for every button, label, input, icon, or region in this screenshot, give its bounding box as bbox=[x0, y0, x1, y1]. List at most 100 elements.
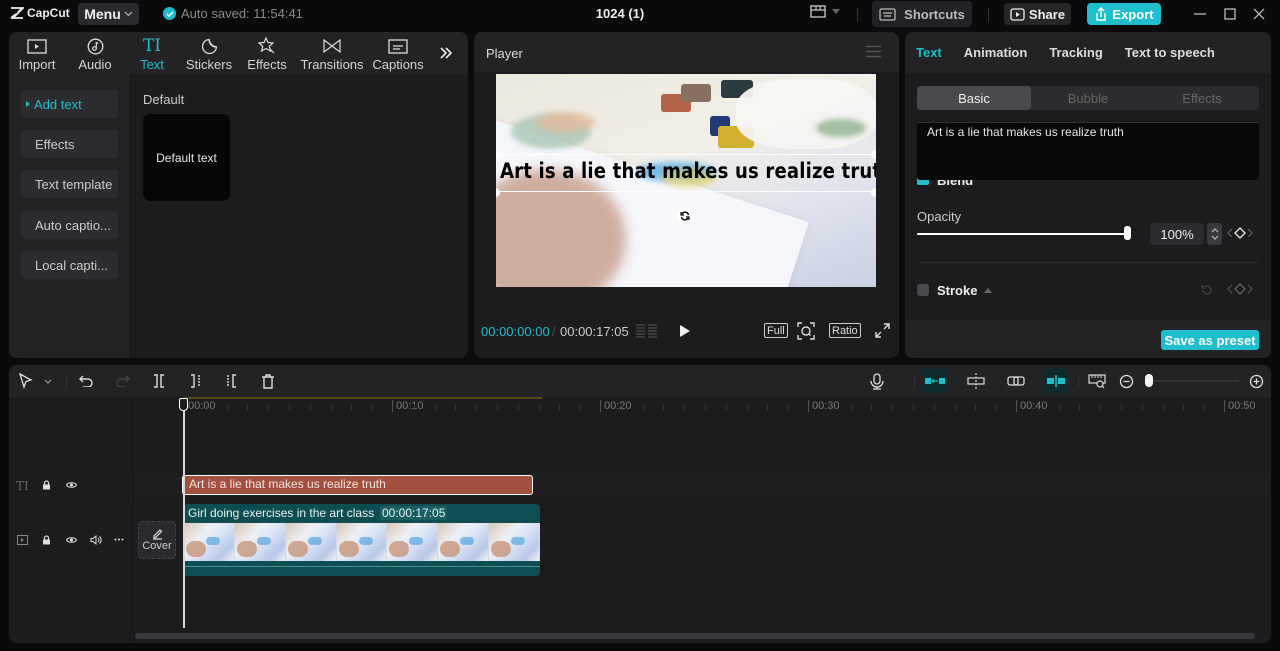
tab-transitions[interactable]: Transitions bbox=[295, 32, 369, 74]
sidebar-item-add-text[interactable]: Add text bbox=[21, 90, 118, 118]
sidebar-item-auto-captions[interactable]: Auto captio... bbox=[21, 211, 118, 239]
segment-bubble[interactable]: Bubble bbox=[1031, 86, 1145, 110]
play-button[interactable] bbox=[679, 324, 691, 338]
zoom-in-button[interactable] bbox=[1247, 372, 1265, 390]
tab-audio[interactable]: Audio bbox=[65, 32, 125, 74]
ratio-button[interactable]: Ratio bbox=[829, 323, 861, 338]
opacity-slider-thumb[interactable] bbox=[1124, 226, 1131, 240]
ruler-tick bbox=[497, 405, 498, 410]
resize-handle[interactable] bbox=[871, 188, 876, 197]
tab-animation[interactable]: Animation bbox=[964, 45, 1028, 60]
zoom-out-button[interactable] bbox=[1117, 372, 1135, 390]
opacity-slider-track[interactable] bbox=[917, 233, 1127, 235]
share-video-icon bbox=[1010, 7, 1025, 21]
lock-track-button[interactable] bbox=[42, 480, 51, 490]
delete-button[interactable] bbox=[259, 372, 277, 390]
delete-right-button[interactable] bbox=[222, 372, 240, 390]
playhead-handle[interactable] bbox=[179, 398, 188, 411]
timeline-ruler[interactable]: 00:00 00:10 00:20 00:30 00:40 00:50 bbox=[135, 397, 1271, 419]
main-track-magnet-toggle[interactable] bbox=[923, 369, 947, 393]
stroke-checkbox[interactable] bbox=[917, 284, 929, 296]
ruler-tick bbox=[517, 405, 519, 410]
split-button[interactable] bbox=[150, 372, 168, 390]
tab-label: Audio bbox=[78, 57, 112, 72]
player-menu-button[interactable] bbox=[866, 45, 881, 58]
stroke-section[interactable]: Stroke bbox=[937, 283, 993, 298]
save-as-preset-button[interactable]: Save as preset bbox=[1161, 330, 1259, 350]
magnet-link-icon bbox=[925, 377, 945, 385]
linkage-toggle[interactable] bbox=[1007, 372, 1025, 390]
overlay-text[interactable]: Art is a lie that makes us realize truth bbox=[500, 159, 876, 183]
next-keyframe-icon[interactable] bbox=[1247, 228, 1253, 238]
playhead[interactable] bbox=[183, 398, 185, 628]
video-preview[interactable]: Art is a lie that makes us realize truth bbox=[496, 74, 876, 287]
ruler-tick bbox=[455, 405, 457, 410]
select-tool-button[interactable] bbox=[17, 372, 35, 390]
eye-icon bbox=[66, 481, 77, 489]
lock-track-button[interactable] bbox=[42, 535, 51, 545]
segment-basic[interactable]: Basic bbox=[917, 86, 1031, 110]
zoom-slider-track[interactable] bbox=[1149, 380, 1239, 382]
text-clip[interactable]: Art is a lie that makes us realize truth bbox=[182, 475, 533, 495]
tab-text[interactable]: TI Text bbox=[125, 32, 179, 74]
timeline-scrollbar[interactable] bbox=[135, 633, 1255, 639]
prev-keyframe-icon[interactable] bbox=[1227, 228, 1233, 238]
maximize-button[interactable] bbox=[1221, 5, 1239, 23]
more-tabs-button[interactable] bbox=[427, 32, 465, 74]
delete-left-button[interactable] bbox=[187, 372, 205, 390]
opacity-stepper[interactable] bbox=[1207, 223, 1222, 245]
sidebar-item-local-captions[interactable]: Local capti... bbox=[21, 251, 118, 279]
ruler-tick bbox=[1162, 405, 1164, 410]
more-options-button[interactable] bbox=[114, 538, 124, 541]
tab-captions[interactable]: Captions bbox=[369, 32, 427, 74]
text-content-input[interactable]: Art is a lie that makes us realize truth bbox=[917, 122, 1259, 180]
zoom-fit-button[interactable] bbox=[797, 322, 815, 340]
tab-import[interactable]: Import bbox=[9, 32, 65, 74]
redo-button[interactable] bbox=[114, 372, 132, 390]
default-text-card[interactable]: Default text bbox=[143, 114, 230, 201]
video-thumbnails bbox=[184, 523, 540, 561]
add-keyframe-icon[interactable] bbox=[1234, 227, 1246, 239]
opacity-keyframe-controls bbox=[1227, 227, 1253, 239]
tab-text-props[interactable]: Text bbox=[916, 45, 942, 60]
prev-keyframe-icon[interactable] bbox=[1227, 284, 1233, 294]
sidebar-item-effects[interactable]: Effects bbox=[21, 130, 118, 158]
pencil-icon bbox=[152, 528, 163, 540]
video-thumbnail bbox=[438, 523, 490, 561]
export-button[interactable]: Export bbox=[1087, 3, 1161, 25]
hide-track-button[interactable] bbox=[66, 481, 77, 489]
minimize-button[interactable] bbox=[1191, 5, 1209, 23]
shortcuts-button[interactable]: Shortcuts bbox=[872, 1, 972, 27]
record-audio-button[interactable] bbox=[868, 372, 886, 390]
close-button[interactable] bbox=[1250, 5, 1268, 23]
zoom-to-fit-button[interactable] bbox=[1088, 372, 1106, 390]
cover-label: Cover bbox=[142, 540, 172, 552]
share-button[interactable]: Share bbox=[1004, 3, 1071, 25]
tab-tracking[interactable]: Tracking bbox=[1049, 45, 1102, 60]
rotate-handle[interactable] bbox=[677, 208, 693, 224]
video-clip[interactable]: Girl doing exercises in the art class 00… bbox=[184, 504, 540, 576]
resize-handle[interactable] bbox=[871, 150, 876, 159]
layout-button[interactable] bbox=[810, 5, 840, 18]
hide-track-button[interactable] bbox=[66, 536, 77, 544]
mute-track-button[interactable] bbox=[90, 535, 102, 545]
next-keyframe-icon[interactable] bbox=[1247, 284, 1253, 294]
tab-stickers[interactable]: Stickers bbox=[179, 32, 239, 74]
ratio-label: Ratio bbox=[832, 324, 858, 337]
ruler-zoom-icon bbox=[1088, 373, 1106, 389]
cover-button[interactable]: Cover bbox=[138, 521, 176, 559]
add-keyframe-icon[interactable] bbox=[1234, 283, 1246, 295]
fullscreen-button[interactable] bbox=[875, 323, 890, 338]
auto-snap-toggle[interactable] bbox=[967, 372, 985, 390]
tab-text-to-speech[interactable]: Text to speech bbox=[1125, 45, 1215, 60]
zoom-slider-thumb[interactable] bbox=[1145, 374, 1153, 387]
opacity-value-input[interactable]: 100% bbox=[1150, 223, 1204, 245]
preview-axis-toggle[interactable] bbox=[1044, 369, 1068, 393]
reset-button[interactable] bbox=[1201, 284, 1213, 296]
full-quality-button[interactable]: Full bbox=[764, 323, 788, 338]
select-tool-dropdown[interactable] bbox=[39, 372, 57, 390]
sidebar-item-text-template[interactable]: Text template bbox=[21, 170, 118, 198]
undo-button[interactable] bbox=[77, 372, 95, 390]
tab-effects[interactable]: Effects bbox=[239, 32, 295, 74]
segment-effects[interactable]: Effects bbox=[1145, 86, 1259, 110]
